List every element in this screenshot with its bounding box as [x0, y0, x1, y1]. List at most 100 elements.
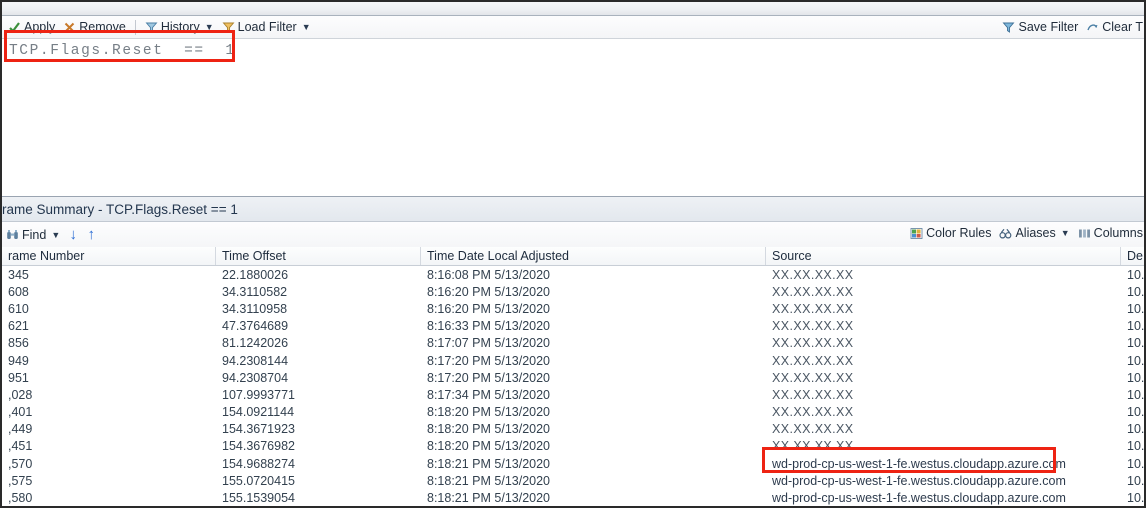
remove-x-icon	[63, 21, 76, 34]
color-rules-palette-icon	[910, 227, 923, 240]
table-row[interactable]: 949 94.2308144 8:17:20 PM 5/13/2020 XX.XX.X…	[2, 352, 1145, 369]
cell-destination: 10.	[1127, 387, 1145, 402]
columns-button[interactable]: Columns	[1074, 223, 1144, 243]
find-binoculars-icon	[6, 228, 19, 241]
column-header-destination[interactable]: De	[1121, 247, 1144, 265]
find-button[interactable]: Find ▼	[2, 225, 64, 245]
color-rules-label: Color Rules	[926, 226, 992, 240]
cell-destination: 10.	[1127, 336, 1145, 351]
cell-source: XX.XX.XX.XX	[772, 439, 854, 454]
apply-check-icon	[8, 21, 21, 34]
cell-source: XX.XX.XX.XX	[772, 422, 854, 437]
cell-frame_number: 345	[8, 267, 29, 282]
cell-time_date_local: 8:18:20 PM 5/13/2020	[427, 439, 551, 454]
network-monitor-window: Apply Remove History ▼ Load Filter ▼ Sav…	[0, 0, 1146, 508]
table-row[interactable]: ,401 154.0921144 8:18:20 PM 5/13/2020 XX.XX…	[2, 404, 1144, 421]
cell-source: XX.XX.XX.XX	[772, 284, 854, 299]
cell-time_offset: 155.1539054	[222, 491, 295, 506]
cell-destination: 10.	[1127, 491, 1145, 506]
filter-history-button[interactable]: History ▼	[141, 17, 218, 37]
aliases-button[interactable]: Aliases ▼	[995, 223, 1073, 243]
cell-time_date_local: 8:17:34 PM 5/13/2020	[427, 387, 551, 402]
clear-text-button[interactable]: Clear T	[1082, 17, 1144, 37]
cell-time_offset: 154.9688274	[222, 456, 295, 471]
chevron-down-icon[interactable]: ▼	[51, 230, 60, 240]
arrow-up-icon: ↑	[87, 226, 96, 243]
cell-frame_number: ,401	[8, 405, 33, 420]
toolbar-divider	[134, 19, 136, 35]
column-header-frame_number[interactable]: rame Number	[2, 247, 216, 265]
cell-destination: 10.	[1127, 319, 1145, 334]
cell-time_offset: 154.3671923	[222, 422, 295, 437]
cell-source: wd-prod-cp-us-west-1-fe.westus.cloudapp.…	[772, 473, 1066, 488]
column-header-label: Source	[772, 249, 812, 263]
cell-source: XX.XX.XX.XX	[772, 336, 854, 351]
window-top-strip	[2, 2, 1144, 16]
cell-frame_number: 608	[8, 284, 29, 299]
arrow-down-icon: ↓	[69, 226, 78, 243]
column-header-label: Time Offset	[222, 249, 286, 263]
find-label: Find	[22, 227, 47, 242]
find-previous-button[interactable]: ↑	[82, 225, 100, 245]
table-row[interactable]: 951 94.2308704 8:17:20 PM 5/13/2020 XX.XX.X…	[2, 369, 1144, 386]
cell-destination: 10.	[1127, 353, 1145, 368]
cell-time_date_local: 8:16:08 PM 5/13/2020	[427, 267, 551, 282]
color-rules-button[interactable]: Color Rules	[906, 223, 995, 243]
cell-frame_number: 610	[8, 301, 29, 316]
cell-source: XX.XX.XX.XX	[772, 353, 854, 368]
remove-filter-label: Remove	[79, 20, 126, 34]
cell-source: XX.XX.XX.XX	[772, 267, 854, 282]
chevron-down-icon[interactable]: ▼	[302, 22, 311, 32]
table-row[interactable]: 856 81.1242026 8:17:07 PM 5/13/2020 XX.XX.X…	[2, 335, 1145, 352]
cell-time_date_local: 8:17:20 PM 5/13/2020	[427, 353, 551, 368]
cell-destination: 10.	[1127, 284, 1145, 299]
table-row[interactable]: 345 22.1880026 8:16:08 PM 5/13/2020 XX.XX.X…	[2, 266, 1144, 283]
frame-summary-grid[interactable]: rame Number Time Offset Time Date Local Ad…	[2, 247, 1145, 506]
column-header-label: De	[1127, 249, 1143, 263]
column-header-time_offset[interactable]: Time Offset	[216, 247, 421, 265]
apply-filter-button[interactable]: Apply	[4, 17, 59, 37]
table-row[interactable]: ,580 155.1539054 8:18:21 PM 5/13/2020 wd-pr…	[2, 489, 1145, 506]
table-row[interactable]: ,575 155.0720415 8:18:21 PM 5/13/2020 wd-pr…	[2, 472, 1144, 489]
cell-source: wd-prod-cp-us-west-1-fe.westus.cloudapp.…	[772, 456, 1066, 471]
cell-time_offset: 94.2308144	[222, 353, 289, 368]
cell-source: wd-prod-cp-us-west-1-fe.westus.cloudapp.…	[772, 491, 1066, 506]
filter-expression-pane[interactable]: TCP.Flags.Reset == 1	[2, 38, 1144, 196]
clear-text-eraser-icon	[1086, 21, 1099, 34]
cell-frame_number: 621	[8, 319, 29, 334]
table-row[interactable]: ,449 154.3671923 8:18:20 PM 5/13/2020 XX.XX…	[2, 421, 1144, 438]
cell-frame_number: 949	[8, 353, 29, 368]
frame-summary-title: rame Summary - TCP.Flags.Reset == 1	[2, 201, 238, 217]
column-header-label: Time Date Local Adjusted	[427, 249, 569, 263]
chevron-down-icon[interactable]: ▼	[205, 22, 214, 32]
clear-text-label: Clear T	[1102, 20, 1143, 34]
columns-label: Columns	[1093, 226, 1143, 240]
table-row[interactable]: 610 34.3110958 8:16:20 PM 5/13/2020 XX.XX.X…	[2, 300, 1145, 317]
columns-icon	[1078, 227, 1091, 240]
chevron-down-icon[interactable]: ▼	[1061, 228, 1070, 238]
cell-destination: 10.	[1127, 301, 1145, 316]
filter-toolbar: Apply Remove History ▼ Load Filter ▼ Sav…	[2, 16, 1144, 38]
cell-time_offset: 154.3676982	[222, 439, 295, 454]
column-header-source[interactable]: Source	[766, 247, 1121, 265]
cell-time_offset: 34.3110582	[222, 284, 288, 299]
table-row[interactable]: 621 47.3764689 8:16:33 PM 5/13/2020 XX.XX.X…	[2, 318, 1145, 335]
cell-frame_number: 951	[8, 370, 29, 385]
grid-body[interactable]: 345 22.1880026 8:16:08 PM 5/13/2020 XX.XX.X…	[2, 266, 1145, 506]
load-filter-button[interactable]: Load Filter ▼	[218, 17, 315, 37]
cell-time_date_local: 8:18:20 PM 5/13/2020	[427, 422, 551, 437]
save-filter-funnel-icon	[1002, 21, 1015, 34]
history-funnel-icon	[145, 21, 158, 34]
remove-filter-button[interactable]: Remove	[59, 17, 130, 37]
cell-destination: 10.	[1127, 456, 1145, 471]
filter-expression-text[interactable]: TCP.Flags.Reset == 1	[9, 43, 236, 59]
table-row[interactable]: ,028 107.9993771 8:17:34 PM 5/13/2020 XX.XX…	[2, 386, 1145, 403]
table-row[interactable]: 608 34.3110582 8:16:20 PM 5/13/2020 XX.XX.X…	[2, 283, 1145, 300]
cell-source: XX.XX.XX.XX	[772, 405, 854, 420]
cell-time_offset: 154.0921144	[222, 405, 295, 420]
column-header-time_date_local[interactable]: Time Date Local Adjusted	[421, 247, 766, 265]
save-filter-button[interactable]: Save Filter	[998, 17, 1082, 37]
table-row[interactable]: ,570 154.9688274 8:18:21 PM 5/13/2020 wd-pr…	[2, 455, 1145, 472]
find-next-button[interactable]: ↓	[64, 225, 82, 245]
table-row[interactable]: ,451 154.3676982 8:18:20 PM 5/13/2020 XX.XX…	[2, 438, 1144, 455]
